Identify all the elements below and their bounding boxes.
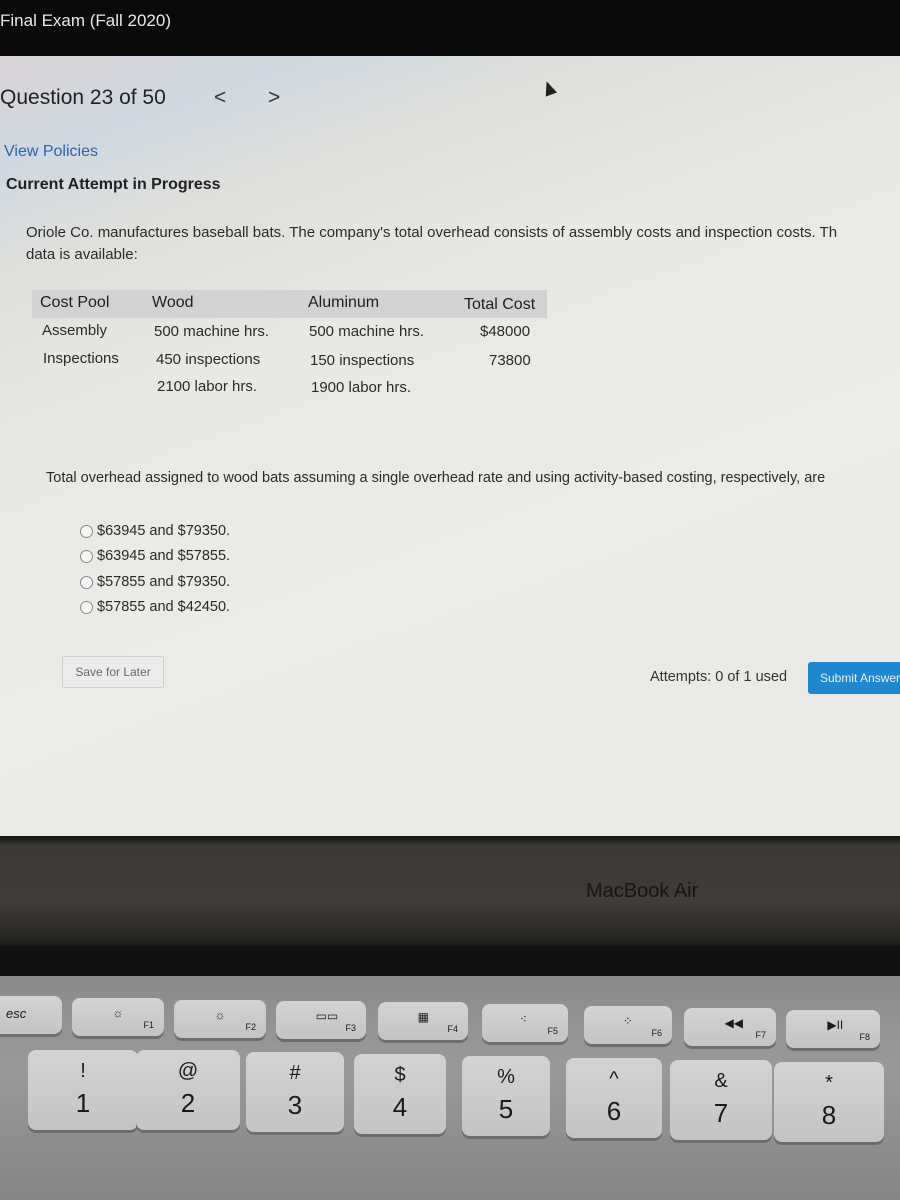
key-main-label: 4 <box>392 1092 408 1122</box>
laptop-hinge <box>0 946 900 976</box>
question-counter: Question 23 of 50 <box>0 86 166 109</box>
key-label: F2 <box>245 1022 256 1032</box>
browser-content: Question 23 of 50 < > View Policies Curr… <box>0 56 900 836</box>
key-shift-label: % <box>497 1066 515 1088</box>
table-cell: Inspections <box>43 350 119 367</box>
key-main-label: 3 <box>287 1090 303 1120</box>
laptop-bezel: MacBook Air <box>0 836 900 946</box>
radio-button[interactable] <box>80 600 93 614</box>
key-shift-label: ^ <box>609 1068 619 1090</box>
table-cell: 73800 <box>489 352 531 369</box>
f6-key[interactable]: ⁘ F6 <box>584 1006 672 1044</box>
key-shift-label: ! <box>80 1060 86 1082</box>
key-shift-label: $ <box>394 1064 406 1086</box>
key-label: F8 <box>859 1032 870 1042</box>
keyboard: esc ☼ F1 ☼ F2 ▭▭ F3 ▦ F4 ⁖ F5 ⁘ F6 ◀◀ F7… <box>0 976 900 1200</box>
table-cell: 2100 labor hrs. <box>157 378 258 395</box>
key-shift-label: @ <box>177 1060 199 1082</box>
table-cell: 1900 labor hrs. <box>311 379 412 396</box>
option-label: $63945 and $57855. <box>97 548 231 564</box>
keyboard-light-up-icon: ⁘ <box>622 1014 633 1028</box>
key-shift-label: # <box>289 1062 301 1084</box>
option-label: $63945 and $79350. <box>97 523 231 539</box>
key-main-label: 8 <box>821 1100 837 1130</box>
key-main-label: 7 <box>713 1098 729 1128</box>
key-main-label: 5 <box>498 1094 514 1124</box>
table-cell: 150 inspections <box>310 352 415 369</box>
table-cell: 500 machine hrs. <box>309 323 425 340</box>
brightness-up-icon: ☼ <box>214 1008 226 1022</box>
key-label: F3 <box>345 1023 356 1033</box>
f5-key[interactable]: ⁖ F5 <box>482 1004 568 1042</box>
question-line-2: data is available: <box>26 246 138 263</box>
option-label: $57855 and $42450. <box>97 599 231 615</box>
key-7[interactable]: & 7 <box>670 1060 772 1140</box>
answer-option[interactable]: $63945 and $79350. <box>80 520 230 542</box>
option-label: $57855 and $79350. <box>97 574 231 590</box>
radio-button[interactable] <box>80 549 93 563</box>
table-cell: 450 inspections <box>156 351 261 368</box>
answer-option[interactable]: $57855 and $42450. <box>80 596 230 618</box>
header-wood: Wood <box>152 294 194 311</box>
key-main-label: 6 <box>606 1096 622 1126</box>
header-total-cost: Total Cost <box>464 296 536 313</box>
exam-title: Final Exam (Fall 2020) <box>0 11 172 30</box>
key-main-label: 2 <box>180 1088 196 1118</box>
table-cell: 500 machine hrs. <box>154 323 270 340</box>
brightness-down-icon: ☼ <box>112 1006 124 1020</box>
key-label: esc <box>6 1006 27 1021</box>
next-question-chevron-icon[interactable]: > <box>268 86 280 110</box>
key-6[interactable]: ^ 6 <box>566 1058 662 1138</box>
header-cost-pool: Cost Pool <box>40 294 110 311</box>
key-5[interactable]: % 5 <box>462 1056 550 1136</box>
f1-key[interactable]: ☼ F1 <box>72 998 164 1036</box>
table-cell: Assembly <box>42 322 108 339</box>
save-for-later-button[interactable]: Save for Later <box>62 656 164 688</box>
key-4[interactable]: $ 4 <box>354 1054 446 1134</box>
play-pause-icon: ▶II <box>827 1018 844 1032</box>
f7-key[interactable]: ◀◀ F7 <box>684 1008 776 1046</box>
rewind-icon: ◀◀ <box>724 1016 743 1030</box>
answer-option[interactable]: $63945 and $57855. <box>80 545 230 567</box>
view-policies-link[interactable]: View Policies <box>4 143 98 161</box>
key-1[interactable]: ! 1 <box>28 1050 138 1130</box>
mission-control-icon: ▭▭ <box>315 1009 339 1023</box>
question-line-1: Oriole Co. manufactures baseball bats. T… <box>26 224 838 241</box>
esc-key[interactable]: esc <box>0 996 62 1034</box>
key-label: F7 <box>755 1030 766 1040</box>
key-3[interactable]: # 3 <box>246 1052 344 1132</box>
keyboard-light-down-icon: ⁖ <box>519 1012 527 1026</box>
f3-key[interactable]: ▭▭ F3 <box>276 1001 366 1039</box>
exam-header: Final Exam (Fall 2020) <box>0 0 900 56</box>
launchpad-icon: ▦ <box>417 1010 429 1024</box>
f8-key[interactable]: ▶II F8 <box>786 1010 880 1048</box>
radio-button[interactable] <box>80 524 93 538</box>
key-main-label: 1 <box>75 1088 91 1118</box>
key-shift-label: & <box>714 1070 728 1092</box>
previous-question-chevron-icon[interactable]: < <box>214 86 226 110</box>
key-label: F6 <box>651 1028 662 1038</box>
radio-button[interactable] <box>80 575 93 589</box>
f4-key[interactable]: ▦ F4 <box>378 1002 468 1040</box>
f2-key[interactable]: ☼ F2 <box>174 1000 266 1038</box>
attempts-counter: Attempts: 0 of 1 used <box>650 669 788 685</box>
key-label: F4 <box>447 1024 458 1034</box>
question-prompt: Total overhead assigned to wood bats ass… <box>46 470 826 486</box>
attempt-status: Current Attempt in Progress <box>6 176 221 193</box>
table-cell: $48000 <box>480 323 531 340</box>
laptop-brand-label: MacBook Air <box>586 880 699 902</box>
submit-answer-button[interactable]: Submit Answer <box>808 662 900 694</box>
key-8[interactable]: * 8 <box>774 1062 884 1142</box>
key-label: F1 <box>143 1020 154 1030</box>
key-2[interactable]: @ 2 <box>136 1050 240 1130</box>
question-text: Oriole Co. manufactures baseball bats. T… <box>26 222 900 266</box>
answer-option[interactable]: $57855 and $79350. <box>80 571 230 593</box>
key-label: F5 <box>547 1026 558 1036</box>
mouse-cursor-icon <box>540 79 558 97</box>
key-shift-label: * <box>825 1072 833 1094</box>
header-aluminum: Aluminum <box>308 294 380 311</box>
